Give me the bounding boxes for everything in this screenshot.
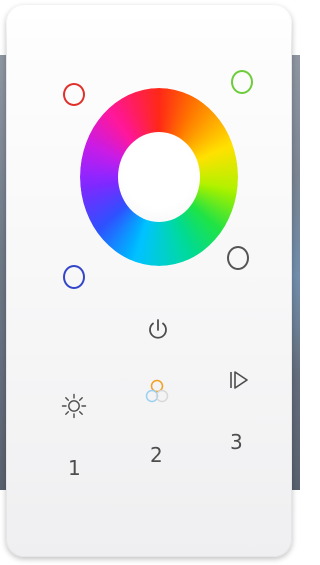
rgb-mix-button[interactable] [144, 378, 170, 406]
play-button[interactable] [228, 370, 250, 390]
scene-1-button[interactable]: 1 [68, 458, 81, 478]
power-icon [147, 318, 169, 342]
green-channel-button[interactable] [231, 70, 253, 94]
rgb-color-mix-icon [144, 378, 170, 406]
sun-icon [61, 393, 87, 419]
white-channel-button[interactable] [227, 246, 249, 270]
brightness-button[interactable] [61, 393, 87, 419]
red-channel-button[interactable] [63, 83, 85, 106]
play-icon [228, 370, 250, 390]
power-button[interactable] [147, 318, 169, 342]
blue-channel-button[interactable] [63, 265, 85, 289]
scene-2-button[interactable]: 2 [150, 445, 163, 465]
color-wheel-center [118, 132, 200, 222]
scene-3-button[interactable]: 3 [230, 432, 243, 452]
